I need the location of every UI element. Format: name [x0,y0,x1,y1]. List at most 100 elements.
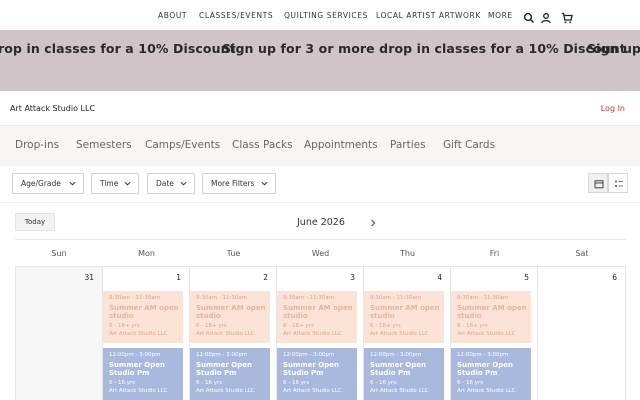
today-button[interactable]: Today [15,213,55,231]
calendar-day: 2 9:30am - 11:30am Summer AM open studio… [190,267,277,400]
list-icon [615,180,623,187]
nav-more-link[interactable]: MORE [488,11,513,20]
event-title: Summer Open Studio Pm [109,361,165,377]
calendar-day: 1 9:30am - 11:30am Summer AM open studio… [103,267,190,400]
nav-classes-events-link[interactable]: CLASSES/EVENTS [199,11,273,20]
event-title: Summer AM open studio [196,304,266,320]
filter-label: More Filters [211,179,255,188]
event-card[interactable]: 9:30am - 11:30am Summer AM open studio 6… [103,291,183,343]
weekday-fri: Fri [451,239,538,267]
weekday-tue: Tue [190,239,277,267]
event-organizer: Art Attack Studio LLC [370,331,429,337]
more-filters[interactable]: More Filters [202,173,276,194]
nav-local-artist-artwork-link[interactable]: LOCAL ARTIST ARTWORK [376,11,481,20]
event-card[interactable]: 9:30am - 11:30am Summer AM open studio 6… [190,291,270,343]
weekday-thu: Thu [364,239,451,267]
event-organizer: Art Attack Studio LLC [109,331,168,337]
day-number: 1 [176,273,181,282]
promo-message: Sign up [587,41,640,56]
filter-label: Time [100,179,119,188]
age-grade-filter[interactable]: Age/Grade [12,173,84,194]
weekday-mon: Mon [103,239,190,267]
nav-quilting-services-link[interactable]: QUILTING SERVICES [284,11,368,20]
day-number: 2 [263,273,268,282]
event-time: 9:30am - 11:30am [109,295,161,301]
event-age: 6 - 18+ yrs [457,323,488,329]
tab-class-packs[interactable]: Class Packs [232,139,293,151]
nav-about-link[interactable]: ABOUT [158,11,187,20]
event-time: 9:30am - 11:30am [196,295,248,301]
event-age: 6 - 18+ yrs [370,323,401,329]
filter-label: Age/Grade [21,179,61,188]
cart-icon[interactable] [561,9,573,24]
event-time: 12:00pm - 3:00pm [109,352,161,358]
event-title: Summer AM open studio [283,304,353,320]
event-title: Summer Open Studio Pm [370,361,426,377]
calendar-view-button[interactable] [588,173,608,193]
day-number: 5 [524,273,529,282]
event-card[interactable]: 12:00pm - 3:00pm Summer Open Studio Pm 6… [364,348,444,400]
chevron-down-icon [180,181,187,186]
top-navigation: ABOUT CLASSES/EVENTS QUILTING SERVICES L… [0,0,640,30]
event-title: Summer AM open studio [457,304,527,320]
event-organizer: Art Attack Studio LLC [196,331,255,337]
day-number: 3 [350,273,355,282]
event-age: 6 - 16 yrs [283,380,310,386]
event-age: 6 - 18+ yrs [109,323,140,329]
tab-camps-events[interactable]: Camps/Events [145,139,220,151]
event-card[interactable]: 12:00pm - 3:00pm Summer Open Studio Pm 6… [190,348,270,400]
tab-parties[interactable]: Parties [390,139,426,151]
event-title: Summer AM open studio [370,304,440,320]
calendar-header: Today June 2026 [0,203,640,239]
chevron-right-icon[interactable] [369,219,377,227]
chevron-down-icon [261,181,268,186]
event-time: 12:00pm - 3:00pm [196,352,248,358]
promo-banner: rop in classes for a 10% Discount Sign u… [0,30,640,91]
event-organizer: Art Attack Studio LLC [457,388,516,394]
list-view-button[interactable] [608,173,628,193]
promo-message: Sign up for 3 or more drop in classes fo… [222,41,626,56]
tab-gift-cards[interactable]: Gift Cards [443,139,495,151]
event-title: Summer Open Studio Pm [283,361,339,377]
search-icon[interactable] [523,9,535,24]
tab-drop-ins[interactable]: Drop-ins [15,139,59,151]
event-time: 12:00pm - 3:00pm [370,352,422,358]
event-age: 6 - 16 yrs [109,380,136,386]
event-organizer: Art Attack Studio LLC [370,388,429,394]
event-time: 9:30am - 11:30am [457,295,509,301]
event-organizer: Art Attack Studio LLC [283,331,342,337]
event-age: 6 - 18+ yrs [283,323,314,329]
chevron-down-icon [69,181,76,186]
weekday-sat: Sat [538,239,626,267]
event-card[interactable]: 9:30am - 11:30am Summer AM open studio 6… [364,291,444,343]
tab-semesters[interactable]: Semesters [76,139,132,151]
event-card[interactable]: 12:00pm - 3:00pm Summer Open Studio Pm 6… [451,348,531,400]
event-organizer: Art Attack Studio LLC [457,331,516,337]
filter-bar: Age/Grade Time Date More Filters [0,166,640,203]
event-time: 9:30am - 11:30am [370,295,422,301]
promo-message: rop in classes for a 10% Discount [0,41,236,56]
weekday-wed: Wed [277,239,364,267]
calendar-day: 31 [15,267,103,400]
event-card[interactable]: 9:30am - 11:30am Summer AM open studio 6… [451,291,531,343]
tab-appointments[interactable]: Appointments [304,139,378,151]
calendar-day: 6 [538,267,626,400]
time-filter[interactable]: Time [91,173,139,194]
chevron-down-icon [124,181,131,186]
event-age: 6 - 16 yrs [457,380,484,386]
event-card[interactable]: 12:00pm - 3:00pm Summer Open Studio Pm 6… [103,348,183,400]
month-label: June 2026 [297,217,345,228]
calendar-icon [594,180,604,189]
weekday-sun: Sun [15,239,103,267]
event-age: 6 - 16 yrs [196,380,223,386]
event-card[interactable]: 12:00pm - 3:00pm Summer Open Studio Pm 6… [277,348,357,400]
day-number: 31 [84,273,94,282]
event-organizer: Art Attack Studio LLC [283,388,342,394]
event-card[interactable]: 9:30am - 11:30am Summer AM open studio 6… [277,291,357,343]
event-organizer: Art Attack Studio LLC [196,388,255,394]
event-time: 12:00pm - 3:00pm [457,352,509,358]
login-link[interactable]: Log In [601,104,625,113]
date-filter[interactable]: Date [147,173,195,194]
account-icon[interactable] [540,9,552,24]
category-tabs: Drop-ins Semesters Camps/Events Class Pa… [0,126,640,166]
